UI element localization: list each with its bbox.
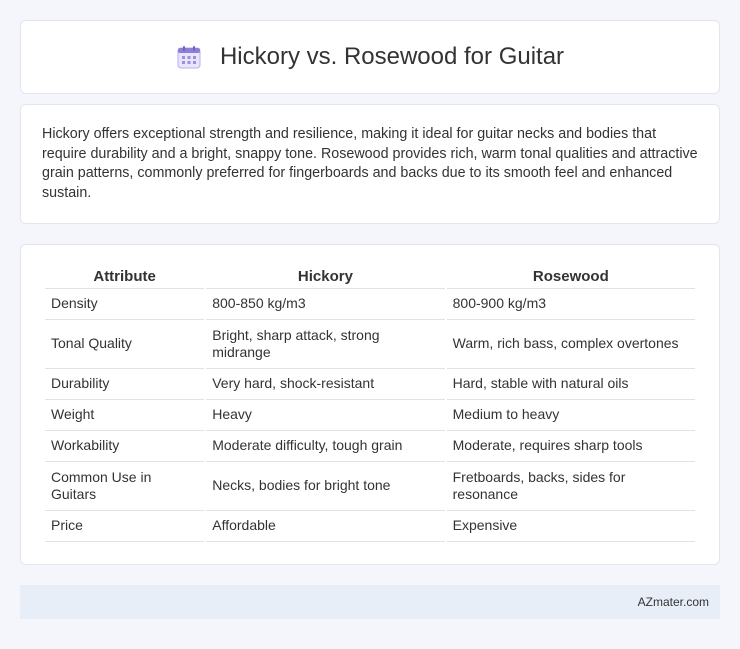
calendar-icon [176,45,202,69]
attribute-cell: Weight [45,400,205,431]
table-row: Weight Heavy Medium to heavy [45,400,695,431]
comparison-table: Attribute Hickory Rosewood Density 800-8… [43,265,697,542]
page-title: Hickory vs. Rosewood for Guitar [219,43,565,70]
hickory-cell: Affordable [206,511,445,542]
table-row: Workability Moderate difficulty, tough g… [45,431,695,462]
hickory-cell: Bright, sharp attack, strong midrange [206,320,445,369]
rosewood-cell: Fretboards, backs, sides for resonance [446,462,695,511]
table-row: Price Affordable Expensive [45,511,695,542]
rosewood-cell: Hard, stable with natural oils [446,369,695,400]
attribute-cell: Workability [45,431,205,462]
hickory-cell: Moderate difficulty, tough grain [206,431,445,462]
rosewood-cell: Expensive [446,511,695,542]
hickory-cell: 800-850 kg/m3 [206,289,445,320]
title-card: Hickory vs. Rosewood for Guitar [20,20,720,94]
attribute-cell: Density [45,289,205,320]
hickory-cell: Necks, bodies for bright tone [206,462,445,511]
rosewood-cell: Medium to heavy [446,400,695,431]
attribute-cell: Common Use in Guitars [45,462,205,511]
table-row: Tonal Quality Bright, sharp attack, stro… [45,320,695,369]
attribute-cell: Durability [45,369,205,400]
table-row: Common Use in Guitars Necks, bodies for … [45,462,695,511]
rosewood-cell: 800-900 kg/m3 [446,289,695,320]
header-attribute: Attribute [45,265,205,289]
footer-site-link[interactable]: AZmater.com [638,595,709,609]
intro-paragraph: Hickory offers exceptional strength and … [42,126,698,201]
table-header-row: Attribute Hickory Rosewood [45,265,695,289]
rosewood-cell: Moderate, requires sharp tools [446,431,695,462]
comparison-table-card: Attribute Hickory Rosewood Density 800-8… [20,244,720,565]
header-rosewood: Rosewood [446,265,695,289]
title-wrap: Hickory vs. Rosewood for Guitar [176,43,564,71]
table-row: Density 800-850 kg/m3 800-900 kg/m3 [45,289,695,320]
rosewood-cell: Warm, rich bass, complex overtones [446,320,695,369]
intro-card: Hickory offers exceptional strength and … [20,104,720,224]
header-hickory: Hickory [206,265,445,289]
hickory-cell: Heavy [206,400,445,431]
hickory-cell: Very hard, shock-resistant [206,369,445,400]
attribute-cell: Price [45,511,205,542]
table-row: Durability Very hard, shock-resistant Ha… [45,369,695,400]
attribute-cell: Tonal Quality [45,320,205,369]
footer: AZmater.com [20,585,720,619]
